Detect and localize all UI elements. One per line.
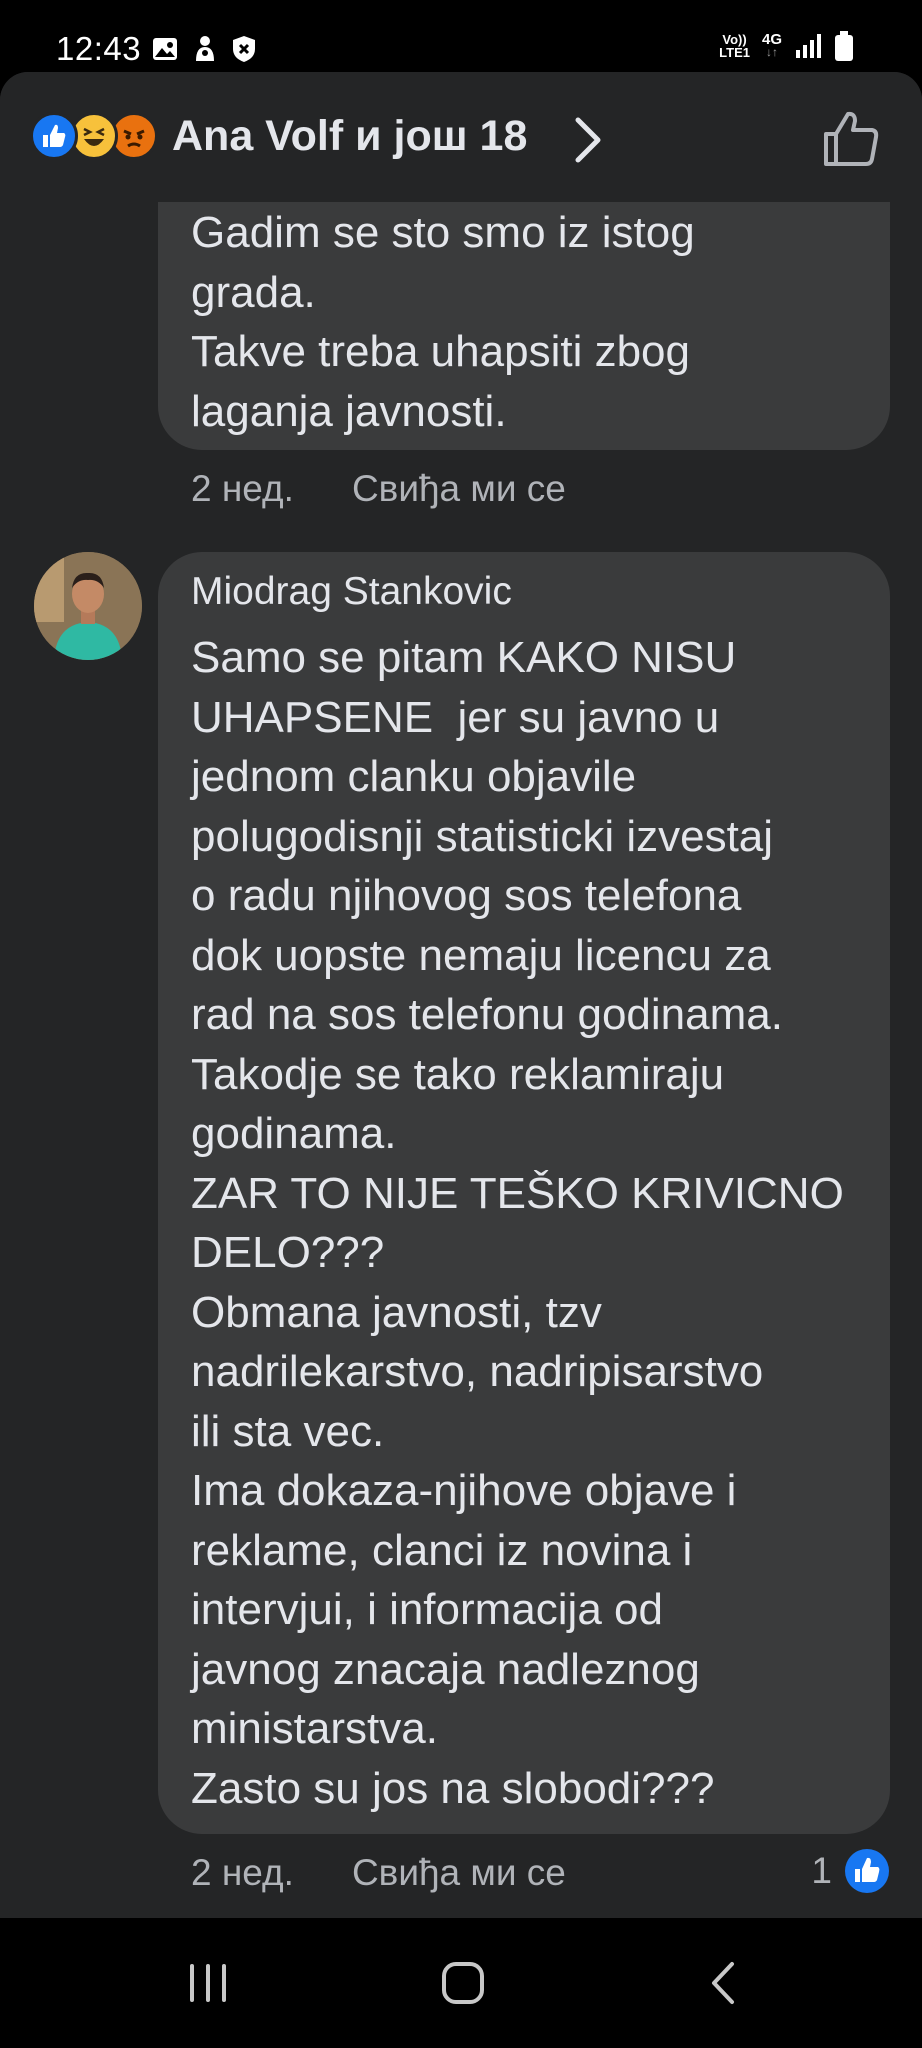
comment-meta: 2 нед. Свиђа ми се <box>191 468 566 510</box>
chevron-right-icon[interactable] <box>568 112 608 168</box>
shield-icon <box>233 36 255 62</box>
reaction-summary[interactable] <box>30 112 165 162</box>
avatar[interactable] <box>34 552 142 660</box>
thumbs-up-icon[interactable] <box>820 108 882 170</box>
like-comment-button[interactable]: Свиђа ми се <box>352 1852 566 1894</box>
bixby-icon <box>196 36 214 61</box>
signal-icon <box>796 34 821 58</box>
comment-author[interactable]: Miodrag Stankovic <box>191 570 512 614</box>
home-icon[interactable] <box>440 1958 486 2008</box>
network-bottom-label: LTE1 <box>719 45 750 60</box>
like-reaction-icon <box>30 112 78 160</box>
volte-icon: Vo)) LTE1 <box>719 33 750 59</box>
comment-text: Gadim se sto smo iz istog grada. Takve t… <box>191 208 695 436</box>
like-comment-button[interactable]: Свиђа ми се <box>352 468 566 510</box>
reactions-title[interactable]: Ana Volf и још 18 <box>172 112 527 161</box>
comment-text: Samo se pitam KAKO NISU UHAPSENE jer su … <box>191 633 844 1813</box>
status-icons-right: Vo)) LTE1 4G ↓↑ <box>719 30 854 62</box>
image-icon <box>153 38 177 60</box>
sheet-header: Ana Volf и још 18 <box>0 72 922 202</box>
status-bar: 12:43 Vo)) LTE1 4G ↓↑ <box>0 0 922 72</box>
status-time: 12:43 <box>56 30 142 67</box>
comment-like-count[interactable]: 1 <box>811 1848 890 1894</box>
status-icons-left <box>151 34 257 64</box>
recent-apps-icon[interactable] <box>186 1958 230 2008</box>
comment-bubble[interactable]: Miodrag Stankovic Samo se pitam KAKO NIS… <box>158 552 890 1834</box>
comment-meta: 2 нед. Свиђа ми се <box>191 1852 566 1894</box>
reactions-comments-sheet: Ana Volf и још 18 Gadim se sto smo iz is… <box>0 72 922 1918</box>
like-count-value: 1 <box>811 1850 832 1891</box>
like-reaction-icon <box>845 1849 889 1893</box>
comment-bubble[interactable]: Gadim se sto smo iz istog grada. Takve t… <box>158 162 890 450</box>
comment-time[interactable]: 2 нед. <box>191 1852 294 1894</box>
4g-icon: 4G ↓↑ <box>762 32 782 59</box>
navigation-bar <box>0 1918 922 2048</box>
comment-time[interactable]: 2 нед. <box>191 468 294 510</box>
battery-icon <box>835 31 853 61</box>
back-icon[interactable] <box>704 1958 744 2008</box>
